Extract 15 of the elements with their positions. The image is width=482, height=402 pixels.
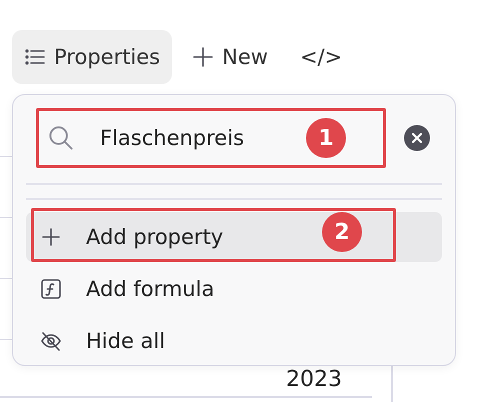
plus-icon — [192, 46, 214, 68]
menu-item[interactable]: Add formula — [26, 264, 442, 314]
code-button[interactable]: </> — [288, 30, 354, 84]
formula-icon — [40, 278, 62, 300]
clear-button[interactable] — [404, 125, 430, 151]
properties-button[interactable]: Properties — [12, 30, 172, 84]
menu-item[interactable]: Hide all — [26, 316, 442, 366]
eye-slash-icon — [40, 330, 62, 352]
new-button[interactable]: New — [180, 30, 280, 84]
plus-icon — [40, 226, 62, 248]
step-badge: 2 — [322, 212, 362, 252]
close-icon — [411, 132, 423, 144]
step-badge: 1 — [306, 118, 346, 158]
table-cell: 2023 — [286, 368, 342, 392]
search-icon — [48, 125, 74, 151]
